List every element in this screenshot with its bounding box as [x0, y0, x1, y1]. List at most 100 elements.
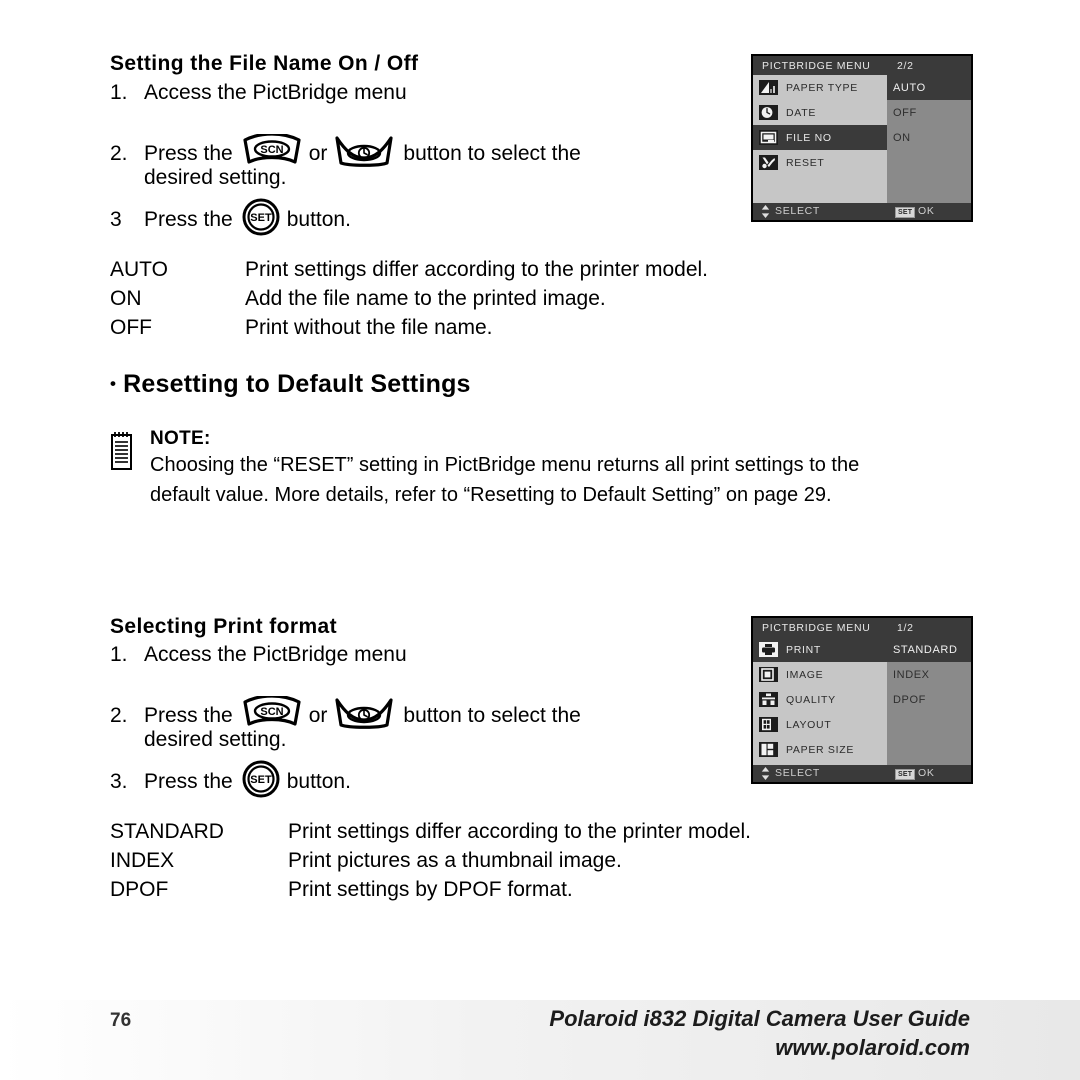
set-key-badge: SET — [895, 207, 916, 218]
menu-item-label: DATE — [786, 106, 817, 119]
lcd-page-indicator: 1/2 — [897, 622, 914, 634]
menu-item-date[interactable]: DATE — [753, 100, 887, 125]
lcd-select-label: SELECT — [775, 205, 821, 217]
step-number: 3. — [110, 770, 128, 793]
lcd-ok-label: OK — [918, 767, 935, 779]
step-text-after: button. — [286, 770, 351, 793]
menu-item-label: IMAGE — [786, 668, 824, 681]
section-heading-resetting: • Resetting to Default Settings — [110, 370, 471, 399]
print-format-step-2-continuation: desired setting. — [144, 728, 287, 751]
definition-description: Print without the file name. — [245, 316, 493, 339]
menu-item-label: LAYOUT — [786, 718, 832, 731]
definition-description: Add the file name to the printed image. — [245, 287, 606, 310]
step-text-or: or — [308, 142, 328, 165]
menu-item-paper-type[interactable]: PAPER TYPE — [753, 75, 887, 100]
step-text-after: button. — [286, 208, 351, 231]
step-text: Access the PictBridge menu — [144, 643, 407, 666]
menu-item-reset[interactable]: RESET — [753, 150, 887, 175]
step-number: 1. — [110, 643, 128, 666]
printer-icon — [759, 642, 778, 657]
section-heading-print-format: Selecting Print format — [110, 615, 338, 638]
tools-icon — [759, 155, 778, 170]
definition-term: OFF — [110, 316, 152, 339]
option-on[interactable]: ON — [887, 125, 971, 150]
svg-text:SET: SET — [250, 774, 272, 786]
svg-text:SCN: SCN — [260, 706, 283, 718]
note-title: NOTE: — [150, 428, 211, 449]
step-text-before: Press the — [144, 770, 233, 793]
step-number: 2. — [110, 142, 128, 165]
lcd-pictbridge-menu-page2: PICTBRIDGE MENU 2/2 PAPER TYPE DATE FILE… — [751, 54, 973, 222]
lcd-header-bottom: PICTBRIDGE MENU 1/2 — [753, 618, 971, 637]
menu-item-label: PRINT — [786, 643, 821, 656]
svg-text:SCN: SCN — [260, 144, 283, 156]
option-standard[interactable]: STANDARD — [887, 637, 971, 662]
menu-item-label: FILE NO — [786, 131, 832, 144]
layout-icon — [759, 717, 778, 732]
website-url: www.polaroid.com — [775, 1035, 970, 1060]
lcd-title: PICTBRIDGE MENU — [762, 622, 871, 634]
menu-item-quality[interactable]: QUALITY — [753, 687, 887, 712]
step-text-before: Press the — [144, 142, 233, 165]
self-timer-button-icon[interactable] — [333, 696, 395, 736]
gradient-bars-icon — [759, 80, 778, 95]
file-name-step-3: 3 Press the SET button. — [110, 198, 351, 242]
lcd-pictbridge-menu-page1: PICTBRIDGE MENU 1/2 PRINT IMAGE QUALITY … — [751, 616, 973, 784]
guide-title: Polaroid i832 Digital Camera User Guide — [549, 1006, 970, 1031]
step-number: 1. — [110, 81, 128, 104]
option-off[interactable]: OFF — [887, 100, 971, 125]
file-number-icon — [759, 130, 778, 145]
paper-size-icon — [759, 742, 778, 757]
lcd-body-top: PAPER TYPE DATE FILE NO RESET AUTO OFF O… — [753, 75, 971, 203]
file-name-step-1: 1. Access the PictBridge menu — [110, 81, 407, 105]
definition-term: DPOF — [110, 878, 169, 901]
menu-item-label: PAPER SIZE — [786, 743, 855, 756]
lcd-header-top: PICTBRIDGE MENU 2/2 — [753, 56, 971, 75]
option-dpof[interactable]: DPOF — [887, 687, 971, 712]
menu-item-label: PAPER TYPE — [786, 81, 858, 94]
lcd-footer-top: SELECT SET OK — [753, 203, 971, 220]
note-line-2: default value. More details, refer to “R… — [150, 484, 832, 506]
step-text-after: button to select the — [403, 704, 581, 727]
menu-item-file-no[interactable]: FILE NO — [753, 125, 887, 150]
definition-term: ON — [110, 287, 142, 310]
option-index[interactable]: INDEX — [887, 662, 971, 687]
self-timer-button-icon[interactable] — [333, 134, 395, 174]
set-button-icon[interactable]: SET — [240, 198, 282, 242]
print-format-step-1: 1. Access the PictBridge menu — [110, 643, 407, 667]
step-number: 3 — [110, 208, 122, 231]
lcd-option-list-top: AUTO OFF ON — [887, 75, 971, 203]
lcd-menu-list-bottom: PRINT IMAGE QUALITY LAYOUT PAPER SIZE — [753, 637, 887, 765]
step-text: Access the PictBridge menu — [144, 81, 407, 104]
section-heading-file-name: Setting the File Name On / Off — [110, 52, 419, 75]
menu-item-print[interactable]: PRINT — [753, 637, 887, 662]
option-auto[interactable]: AUTO — [887, 75, 971, 100]
lcd-menu-list-top: PAPER TYPE DATE FILE NO RESET — [753, 75, 887, 203]
menu-item-image[interactable]: IMAGE — [753, 662, 887, 687]
step-text-or: or — [308, 704, 328, 727]
definition-description: Print settings by DPOF format. — [288, 878, 573, 901]
lcd-page-indicator: 2/2 — [897, 60, 914, 72]
lcd-ok-label: OK — [918, 205, 935, 217]
menu-item-label: RESET — [786, 156, 825, 169]
up-down-arrows-icon — [761, 767, 770, 782]
file-name-step-2-continuation: desired setting. — [144, 166, 287, 189]
definition-term: AUTO — [110, 258, 168, 281]
menu-item-layout[interactable]: LAYOUT — [753, 712, 887, 737]
lcd-body-bottom: PRINT IMAGE QUALITY LAYOUT PAPER SIZE ST… — [753, 637, 971, 765]
clock-icon — [759, 105, 778, 120]
lcd-footer-bottom: SELECT SET OK — [753, 765, 971, 782]
print-format-step-3: 3. Press the SET button. — [110, 760, 351, 804]
set-key-badge: SET — [895, 769, 916, 780]
definition-description: Print settings differ according to the p… — [245, 258, 709, 281]
definition-term: STANDARD — [110, 820, 224, 843]
lcd-option-list-bottom: STANDARD INDEX DPOF — [887, 637, 971, 765]
menu-item-paper-size[interactable]: PAPER SIZE — [753, 737, 887, 762]
definition-term: INDEX — [110, 849, 175, 872]
set-button-icon[interactable]: SET — [240, 760, 282, 804]
definition-description: Print pictures as a thumbnail image. — [288, 849, 622, 872]
page-number: 76 — [110, 1010, 132, 1031]
heading-text: Resetting to Default Settings — [123, 370, 471, 398]
note-block: NOTE: Choosing the “RESET” setting in Pi… — [108, 428, 988, 510]
manual-page: Setting the File Name On / Off 1. Access… — [0, 0, 1080, 1080]
